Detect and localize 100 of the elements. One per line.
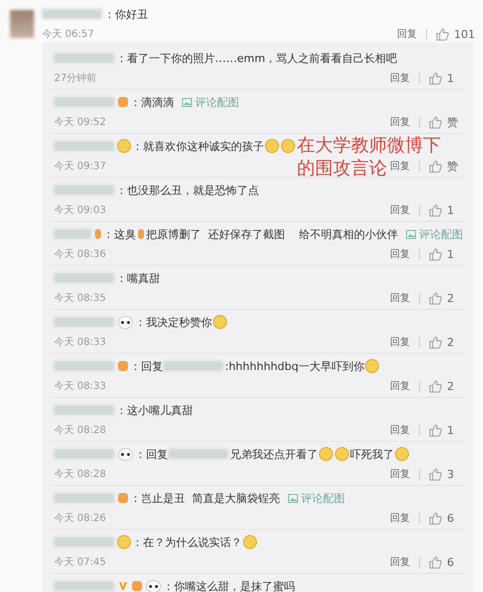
reply-link[interactable]: 回复: [397, 27, 417, 41]
image-icon: [406, 230, 416, 238]
emoji-icon: [265, 139, 279, 153]
blurred-username: [163, 361, 223, 371]
emoji-icon: [243, 535, 257, 549]
like-count: 2: [447, 380, 455, 392]
reply-link[interactable]: 回复: [390, 71, 410, 85]
emoji-icon: [281, 139, 295, 153]
blurred-username: [54, 97, 114, 107]
blurred-username: [54, 141, 114, 151]
reply-link[interactable]: 回复: [390, 335, 410, 349]
blurred-username: [54, 273, 114, 283]
thumbs-up-icon[interactable]: [429, 424, 442, 436]
blurred-username: [54, 229, 91, 239]
blurred-username: [54, 405, 114, 415]
reply-text: ：你嘴这么甜，是抹了蜜吗: [163, 578, 295, 592]
annotation-text: 的围攻言论: [297, 158, 387, 179]
thumbs-up-icon[interactable]: [429, 292, 442, 304]
badge-icon: [132, 581, 142, 591]
blurred-username: [168, 449, 228, 459]
like-count: 2: [447, 336, 455, 348]
blurred-username: [54, 581, 114, 591]
emoji-icon: [117, 139, 131, 153]
reply-link[interactable]: 回复: [390, 511, 410, 525]
like-count: 1: [447, 204, 455, 216]
reply-text: ：看了一下你的照片……emm，骂人之前看看自己长相吧: [116, 50, 398, 66]
reply-text: ：岂止是丑 简直是大脑袋锃亮: [130, 490, 280, 506]
reply-link[interactable]: 回复: [390, 379, 410, 393]
reply-text: ：我决定秒赞你: [135, 314, 212, 330]
reply-link[interactable]: 回复: [390, 423, 410, 437]
thumbs-up-icon[interactable]: [429, 512, 442, 524]
thumbs-up-icon[interactable]: [436, 28, 449, 40]
reply-link[interactable]: 回复: [390, 247, 410, 261]
reply-text: ：嘴真甜: [116, 270, 160, 286]
avatar[interactable]: [10, 10, 34, 38]
emoji-icon: [395, 447, 409, 461]
thumbs-up-icon[interactable]: [429, 380, 442, 392]
blurred-username: [42, 9, 102, 19]
like-count: 6: [447, 556, 455, 568]
like-count: 1: [447, 248, 455, 260]
reply-time: 今天 08:33: [54, 380, 106, 393]
reply-time: 今天 09:03: [54, 204, 106, 217]
badge-icon: [118, 361, 128, 371]
emoji-icon: [117, 535, 131, 549]
blurred-username: [54, 493, 114, 503]
image-icon: [182, 98, 192, 106]
badge-icon: [118, 97, 128, 107]
reply-link[interactable]: 回复: [390, 291, 410, 305]
reply-time: 今天 09:37: [54, 160, 106, 173]
reply-link[interactable]: 回复: [390, 467, 410, 481]
reply-time: 27分钟前: [54, 72, 97, 85]
badge-icon: [118, 493, 128, 503]
reply-time: 今天 08:35: [54, 292, 106, 305]
badge-icon: [94, 229, 101, 239]
thumbs-up-icon[interactable]: [429, 204, 442, 216]
like-count: 2: [447, 292, 455, 304]
thumbs-up-icon[interactable]: [429, 468, 442, 480]
blurred-username: [54, 361, 114, 371]
reply-text: ：这臭: [102, 226, 136, 242]
reply-text: ：也没那么丑，就是恐怖了点: [116, 182, 259, 198]
thumbs-up-icon[interactable]: [429, 248, 442, 260]
like-count: 赞: [447, 158, 459, 174]
like-count: 3: [447, 468, 455, 480]
thumbs-up-icon[interactable]: [429, 116, 442, 128]
emoji-icon: [213, 315, 227, 329]
blurred-username: [54, 537, 114, 547]
like-count: 101: [454, 28, 475, 40]
reply-text: 吓死我了: [350, 446, 394, 462]
reply-link[interactable]: 回复: [390, 203, 410, 217]
reply-time: 今天 07:45: [54, 556, 106, 569]
reply-text: ：回复: [135, 446, 168, 462]
like-count: 赞: [447, 114, 459, 130]
thumbs-up-icon[interactable]: [429, 160, 442, 172]
emoji-icon: [319, 447, 333, 461]
comment-time: 今天 06:57: [42, 28, 94, 41]
annotation-text: 在大学教师微博下: [297, 135, 441, 156]
reply-link[interactable]: 回复: [390, 159, 410, 173]
reply-link[interactable]: 回复: [390, 115, 410, 129]
reply-text: ：就喜欢你这种诚实的孩子: [132, 138, 264, 154]
reply-link[interactable]: 回复: [390, 555, 410, 569]
emoji-icon: [335, 447, 349, 461]
reply-time: 今天 08:36: [54, 248, 106, 261]
reply-text: ：滴滴滴: [130, 94, 174, 110]
blurred-username: [54, 317, 114, 327]
reply-text: :hhhhhhhdbq一大早吓到你: [225, 358, 364, 374]
reply-time: 今天 08:33: [54, 336, 106, 349]
thumbs-up-icon[interactable]: [429, 336, 442, 348]
thumbs-up-icon[interactable]: [429, 556, 442, 568]
like-count: 1: [447, 72, 455, 84]
reply-text: 把原博删了 还好保存了截图 给不明真相的小伙伴: [146, 226, 398, 242]
reply-text: ：在？为什么说实话？: [132, 534, 242, 550]
thumbs-up-icon[interactable]: [429, 72, 442, 84]
reply-time: 今天 08:28: [54, 468, 106, 481]
comment-text: ：你好丑: [104, 6, 148, 22]
reply-text: ：回复: [130, 358, 163, 374]
blurred-username: [54, 185, 114, 195]
reply-text: ：这小嘴儿真甜: [116, 402, 193, 418]
like-count: 1: [447, 424, 455, 436]
reply-time: 今天 09:52: [54, 116, 106, 129]
like-count: 6: [447, 512, 455, 524]
